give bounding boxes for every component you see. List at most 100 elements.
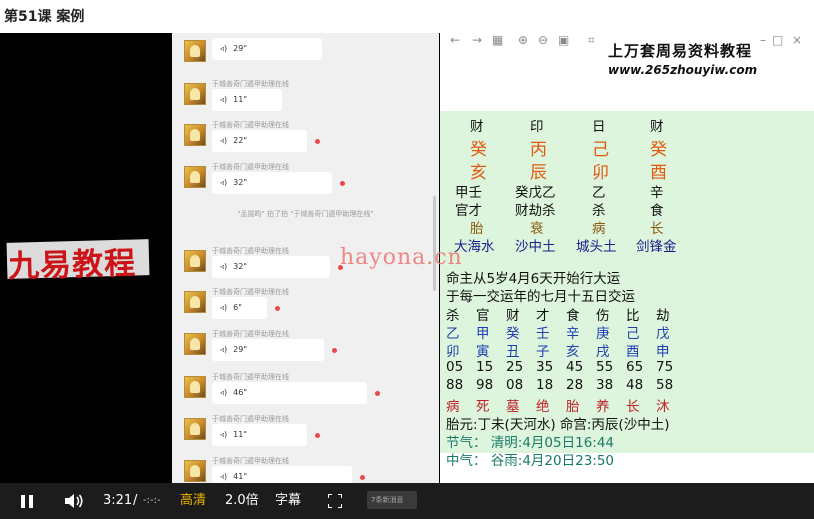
app-root: 第51课 案例 九易教程 "孟摇昀" 拍了拍 "于城善奇门遁甲助理在线" ◃) 2… bbox=[0, 0, 814, 519]
voice-message[interactable]: 于城善奇门遁甲助理在线 ◃) 6" bbox=[184, 287, 424, 323]
forward-arrow-icon[interactable]: → bbox=[472, 33, 482, 47]
hidden-gods: 杀 bbox=[592, 203, 606, 219]
voice-icon: ◃) bbox=[220, 95, 228, 104]
voice-duration: 11" bbox=[233, 430, 247, 439]
sender-name: 于城善奇门遁甲助理在线 bbox=[212, 373, 289, 381]
voice-message[interactable]: 于城善奇门遁甲助理在线 ◃) 29" bbox=[184, 329, 424, 365]
minimize-icon[interactable]: – bbox=[760, 33, 766, 47]
zoom-in-icon[interactable]: ⊕ bbox=[518, 33, 528, 47]
voice-bubble[interactable]: ◃) 6" bbox=[212, 297, 267, 319]
speed-button[interactable]: 2.0倍 bbox=[225, 483, 259, 519]
life-state: 病 bbox=[592, 221, 606, 237]
time-separator: / bbox=[133, 493, 138, 508]
luck-age: 25 bbox=[506, 359, 524, 375]
voice-bubble[interactable]: ◃) 32" bbox=[212, 256, 330, 278]
bazi-chart-document: 财印日财癸丙己癸亥辰卯酉甲壬 癸戊乙乙辛官才 财劫杀杀食胎衰病长大海水 沙中土 城头土剑… bbox=[440, 111, 814, 469]
pillar-branch: 卯 bbox=[592, 163, 609, 183]
close-icon[interactable]: × bbox=[792, 33, 802, 47]
luck-branch: 酉 bbox=[626, 344, 640, 360]
hidden-gods: 官才 bbox=[455, 203, 482, 219]
time-total: -:-:- bbox=[143, 495, 161, 506]
jieqi-line: 节气： 清明:4月05日16:44 bbox=[446, 435, 615, 451]
nayin: 剑锋金 bbox=[636, 239, 677, 255]
pillar-branch: 辰 bbox=[530, 163, 547, 183]
chat-scrollbar[interactable] bbox=[433, 196, 436, 291]
grid-icon[interactable]: ▦ bbox=[492, 33, 503, 47]
luck-year: 28 bbox=[566, 377, 584, 393]
fit-page-icon[interactable]: ▣ bbox=[558, 33, 569, 47]
voice-bubble[interactable]: ◃) 11" bbox=[212, 89, 282, 111]
pause-button[interactable] bbox=[21, 495, 33, 508]
voice-message[interactable]: 于城善奇门遁甲助理在线 ◃) 46" bbox=[184, 372, 424, 408]
avatar[interactable] bbox=[184, 124, 206, 146]
luck-stem: 己 bbox=[626, 326, 640, 342]
unread-dot bbox=[332, 348, 337, 353]
pillar-branch: 酉 bbox=[650, 163, 667, 183]
avatar[interactable] bbox=[184, 291, 206, 313]
zhongqi-line: 中气： 谷雨:4月20日23:50 bbox=[446, 453, 615, 469]
voice-bubble[interactable]: ◃) 29" bbox=[212, 339, 324, 361]
title-bar: 第51课 案例 bbox=[0, 0, 814, 33]
voice-message[interactable]: 于城善奇门遁甲助理在线 ◃) 11" bbox=[184, 79, 424, 115]
unread-dot bbox=[360, 475, 365, 480]
voice-bubble[interactable]: ◃) 29" bbox=[212, 38, 322, 60]
avatar[interactable] bbox=[184, 376, 206, 398]
luck-year: 98 bbox=[476, 377, 494, 393]
voice-bubble[interactable]: ◃) 22" bbox=[212, 130, 307, 152]
video-player[interactable]: 九易教程 "孟摇昀" 拍了拍 "于城善奇门遁甲助理在线" ◃) 29" 于城善奇门遁… bbox=[0, 33, 814, 519]
avatar[interactable] bbox=[184, 460, 206, 482]
voice-duration: 32" bbox=[233, 262, 247, 271]
voice-duration: 6" bbox=[233, 303, 242, 312]
fullscreen-icon[interactable] bbox=[328, 494, 342, 508]
sender-name: 于城善奇门遁甲助理在线 bbox=[212, 121, 289, 129]
luck-state: 死 bbox=[476, 399, 490, 415]
hidden-stems: 辛 bbox=[650, 185, 664, 201]
luck-god: 财 bbox=[506, 308, 520, 324]
avatar[interactable] bbox=[184, 333, 206, 355]
voice-bubble[interactable]: ◃) 41" bbox=[212, 466, 352, 483]
luck-god: 伤 bbox=[596, 308, 610, 324]
luck-year: 58 bbox=[656, 377, 674, 393]
avatar[interactable] bbox=[184, 166, 206, 188]
sender-name: 于城善奇门遁甲助理在线 bbox=[212, 330, 289, 338]
voice-bubble[interactable]: ◃) 46" bbox=[212, 382, 367, 404]
maximize-icon[interactable]: □ bbox=[772, 33, 783, 47]
avatar[interactable] bbox=[184, 418, 206, 440]
voice-icon: ◃) bbox=[220, 178, 228, 187]
avatar[interactable] bbox=[184, 250, 206, 272]
pillar-god: 日 bbox=[592, 119, 606, 135]
luck-age: 15 bbox=[476, 359, 494, 375]
voice-message[interactable]: ◃) 29" bbox=[184, 36, 424, 72]
crop-icon[interactable]: ⌗ bbox=[588, 33, 595, 48]
subtitles-button[interactable]: 字幕 bbox=[275, 483, 301, 519]
luck-state: 胎 bbox=[566, 399, 580, 415]
avatar[interactable] bbox=[184, 83, 206, 105]
pillar-branch: 亥 bbox=[470, 163, 487, 183]
new-messages-chip[interactable]: 7条新消息 bbox=[367, 491, 417, 509]
zoom-out-icon[interactable]: ⊖ bbox=[538, 33, 548, 47]
back-arrow-icon[interactable]: ← bbox=[450, 33, 460, 47]
life-state: 衰 bbox=[530, 221, 544, 237]
sender-name: 于城善奇门遁甲助理在线 bbox=[212, 247, 289, 255]
luck-age: 55 bbox=[596, 359, 614, 375]
luck-state: 绝 bbox=[536, 399, 550, 415]
voice-bubble[interactable]: ◃) 11" bbox=[212, 424, 307, 446]
voice-message[interactable]: 于城善奇门遁甲助理在线 ◃) 41" bbox=[184, 456, 424, 483]
luck-year: 38 bbox=[596, 377, 614, 393]
luck-god: 劫 bbox=[656, 308, 670, 324]
voice-message[interactable]: 于城善奇门遁甲助理在线 ◃) 11" bbox=[184, 414, 424, 450]
pillar-stem: 癸 bbox=[470, 140, 487, 160]
luck-age: 35 bbox=[536, 359, 554, 375]
voice-bubble[interactable]: ◃) 32" bbox=[212, 172, 332, 194]
voice-message[interactable]: 于城善奇门遁甲助理在线 ◃) 32" bbox=[184, 162, 424, 198]
volume-icon[interactable] bbox=[64, 494, 84, 508]
voice-duration: 29" bbox=[233, 345, 247, 354]
hidden-stems: 甲壬 bbox=[455, 185, 482, 201]
quality-button[interactable]: 高清 bbox=[180, 483, 206, 519]
luck-state: 长 bbox=[626, 399, 640, 415]
time-current: 3:21 bbox=[103, 493, 133, 508]
pillar-god: 财 bbox=[650, 119, 664, 135]
voice-message[interactable]: 于城善奇门遁甲助理在线 ◃) 22" bbox=[184, 120, 424, 156]
luck-stem: 癸 bbox=[506, 326, 520, 342]
avatar[interactable] bbox=[184, 40, 206, 62]
